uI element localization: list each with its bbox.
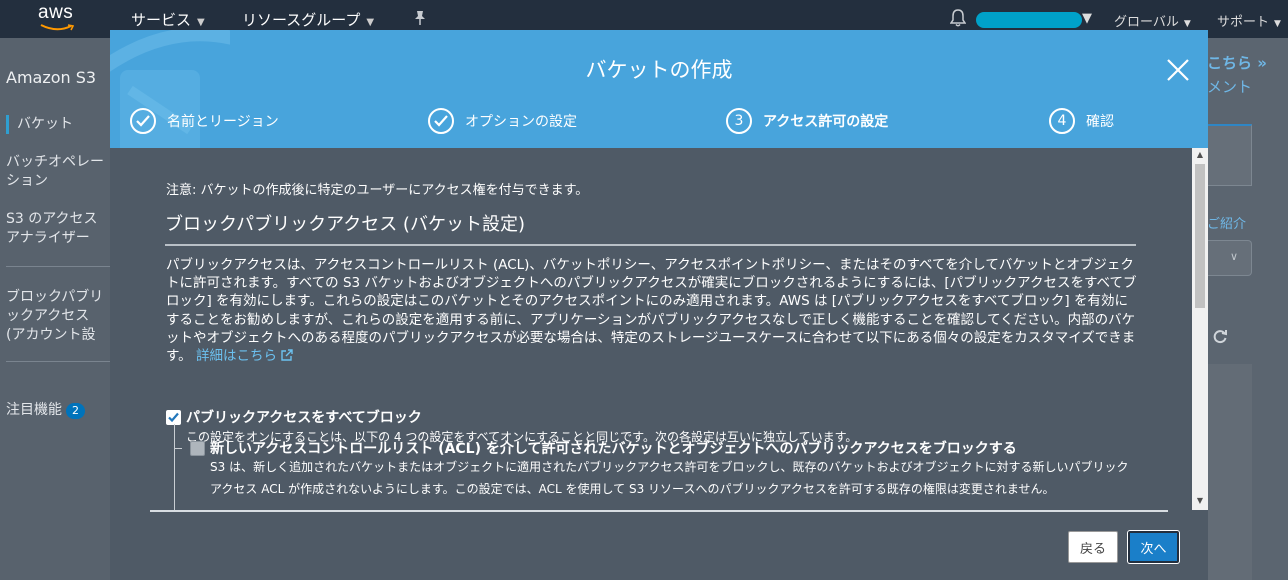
- block-new-acl-checkbox[interactable]: [190, 441, 205, 456]
- services-label: サービス: [131, 11, 192, 29]
- aws-logo-text: aws: [38, 2, 74, 23]
- close-icon[interactable]: [1166, 58, 1190, 82]
- background-link: こちら »: [1207, 54, 1267, 72]
- dialog-header: バケットの作成 名前とリージョン オプションの設定 3 アクセス許可の設定 4 …: [110, 30, 1208, 148]
- step-number: 4: [1049, 108, 1075, 134]
- s3-sidebar: Amazon S3 バケット バッチオペレーション S3 のアクセスアナライザー…: [0, 38, 110, 580]
- bell-icon[interactable]: [950, 9, 966, 27]
- chevron-down-icon: ∨: [1230, 250, 1239, 263]
- sidebar-item-access-analyzer[interactable]: S3 のアクセスアナライザー: [6, 210, 110, 250]
- account-menu[interactable]: [976, 12, 1082, 28]
- permissions-note: 注意: バケットの作成後に特定のユーザーにアクセス権を付与できます。: [166, 183, 589, 198]
- chevron-down-icon: ▼: [197, 17, 205, 28]
- create-bucket-dialog: バケットの作成 名前とリージョン オプションの設定 3 アクセス許可の設定 4 …: [110, 30, 1208, 580]
- sidebar-item-label: 注目機能: [6, 402, 62, 418]
- step-set-permissions[interactable]: 3 アクセス許可の設定: [726, 106, 888, 136]
- count-badge: 2: [66, 403, 85, 419]
- checkmark-icon: [168, 412, 179, 423]
- back-button[interactable]: 戻る: [1068, 531, 1118, 563]
- background-panel: [1206, 364, 1252, 580]
- aws-smile-icon: [40, 24, 74, 31]
- step-configure-options[interactable]: オプションの設定: [428, 106, 577, 136]
- chevron-down-icon: ▼: [1274, 19, 1281, 29]
- block-new-acl-label[interactable]: 新しいアクセスコントロールリスト (ACL) を介して許可されたバケットとオブジ…: [210, 438, 1017, 458]
- sidebar-item-featured[interactable]: 注目機能 2: [6, 382, 110, 420]
- step-name-and-region[interactable]: 名前とリージョン: [130, 106, 279, 136]
- aws-logo[interactable]: aws: [36, 2, 80, 34]
- chevron-down-icon[interactable]: ▼: [1082, 11, 1092, 26]
- chevron-down-icon: ▼: [366, 17, 375, 28]
- block-new-acl-description: S3 は、新しく追加されたバケットまたはオブジェクトに適用されたパブリックアクセ…: [210, 460, 1129, 474]
- step-label: アクセス許可の設定: [763, 114, 889, 130]
- sidebar-divider: [6, 266, 110, 267]
- scrollbar-thumb[interactable]: [1195, 164, 1205, 308]
- learn-more-label: 詳細はこちら: [195, 348, 277, 365]
- dialog-body: 注意: バケットの作成後に特定のユーザーにアクセス権を付与できます。 ブロックパ…: [150, 148, 1196, 512]
- sidebar-divider: [6, 361, 110, 362]
- description-text: パブリックアクセスは、アクセスコントロールリスト (ACL)、バケットポリシー、…: [166, 257, 1137, 365]
- checkmark-icon: [130, 108, 156, 134]
- region-label: グローバル: [1114, 15, 1179, 30]
- scroll-down-icon[interactable]: ▼: [1192, 494, 1208, 508]
- learn-more-link[interactable]: 詳細はこちら: [196, 348, 293, 364]
- background-link: メント: [1207, 78, 1253, 96]
- services-menu[interactable]: サービス ▼: [131, 9, 205, 30]
- region-menu[interactable]: グローバル ▼: [1114, 11, 1191, 30]
- sidebar-title: Amazon S3: [6, 68, 97, 87]
- background-select: [1206, 240, 1252, 276]
- block-all-label[interactable]: パブリックアクセスをすべてブロック: [186, 407, 422, 427]
- support-label: サポート: [1217, 15, 1270, 30]
- background-link: ご紹介: [1207, 217, 1247, 232]
- background-card: [1206, 124, 1252, 186]
- refresh-icon: [1213, 330, 1227, 344]
- scroll-up-icon[interactable]: ▲: [1192, 148, 1208, 162]
- checkmark-icon: [428, 108, 454, 134]
- dialog-scrollbar[interactable]: ▲ ▼: [1192, 148, 1208, 510]
- resource-groups-menu[interactable]: リソースグループ ▼: [242, 9, 374, 30]
- step-label: 確認: [1086, 114, 1114, 130]
- block-all-checkbox[interactable]: [166, 410, 181, 425]
- tree-connector: [174, 424, 175, 512]
- sidebar-item-batch-operations[interactable]: バッチオペレーション: [6, 153, 110, 193]
- step-label: オプションの設定: [465, 114, 577, 130]
- sidebar-item-buckets[interactable]: バケット: [6, 115, 110, 134]
- body-divider: [150, 510, 1168, 512]
- tree-connector: [174, 448, 182, 449]
- external-link-icon: [281, 349, 293, 361]
- support-menu[interactable]: サポート ▼: [1217, 11, 1281, 30]
- dialog-title: バケットの作成: [585, 58, 733, 82]
- step-label: 名前とリージョン: [167, 114, 279, 130]
- step-review[interactable]: 4 確認: [1049, 106, 1114, 136]
- block-public-access-description: パブリックアクセスは、アクセスコントロールリスト (ACL)、バケットポリシー、…: [166, 256, 1138, 365]
- block-new-acl-description: アクセス ACL が作成されないようにします。この設定では、ACL を使用して …: [210, 482, 1055, 496]
- step-number: 3: [726, 108, 752, 134]
- chevron-down-icon: ▼: [1183, 19, 1191, 29]
- section-title: ブロックパブリックアクセス (バケット設定): [165, 214, 525, 235]
- sidebar-item-block-public-access[interactable]: ブロックパブリックアクセス (アカウント設定): [6, 288, 110, 346]
- resource-groups-label: リソースグループ: [242, 11, 361, 29]
- pin-icon[interactable]: [413, 10, 427, 26]
- section-divider: [165, 244, 1136, 246]
- next-button[interactable]: 次へ: [1128, 531, 1179, 563]
